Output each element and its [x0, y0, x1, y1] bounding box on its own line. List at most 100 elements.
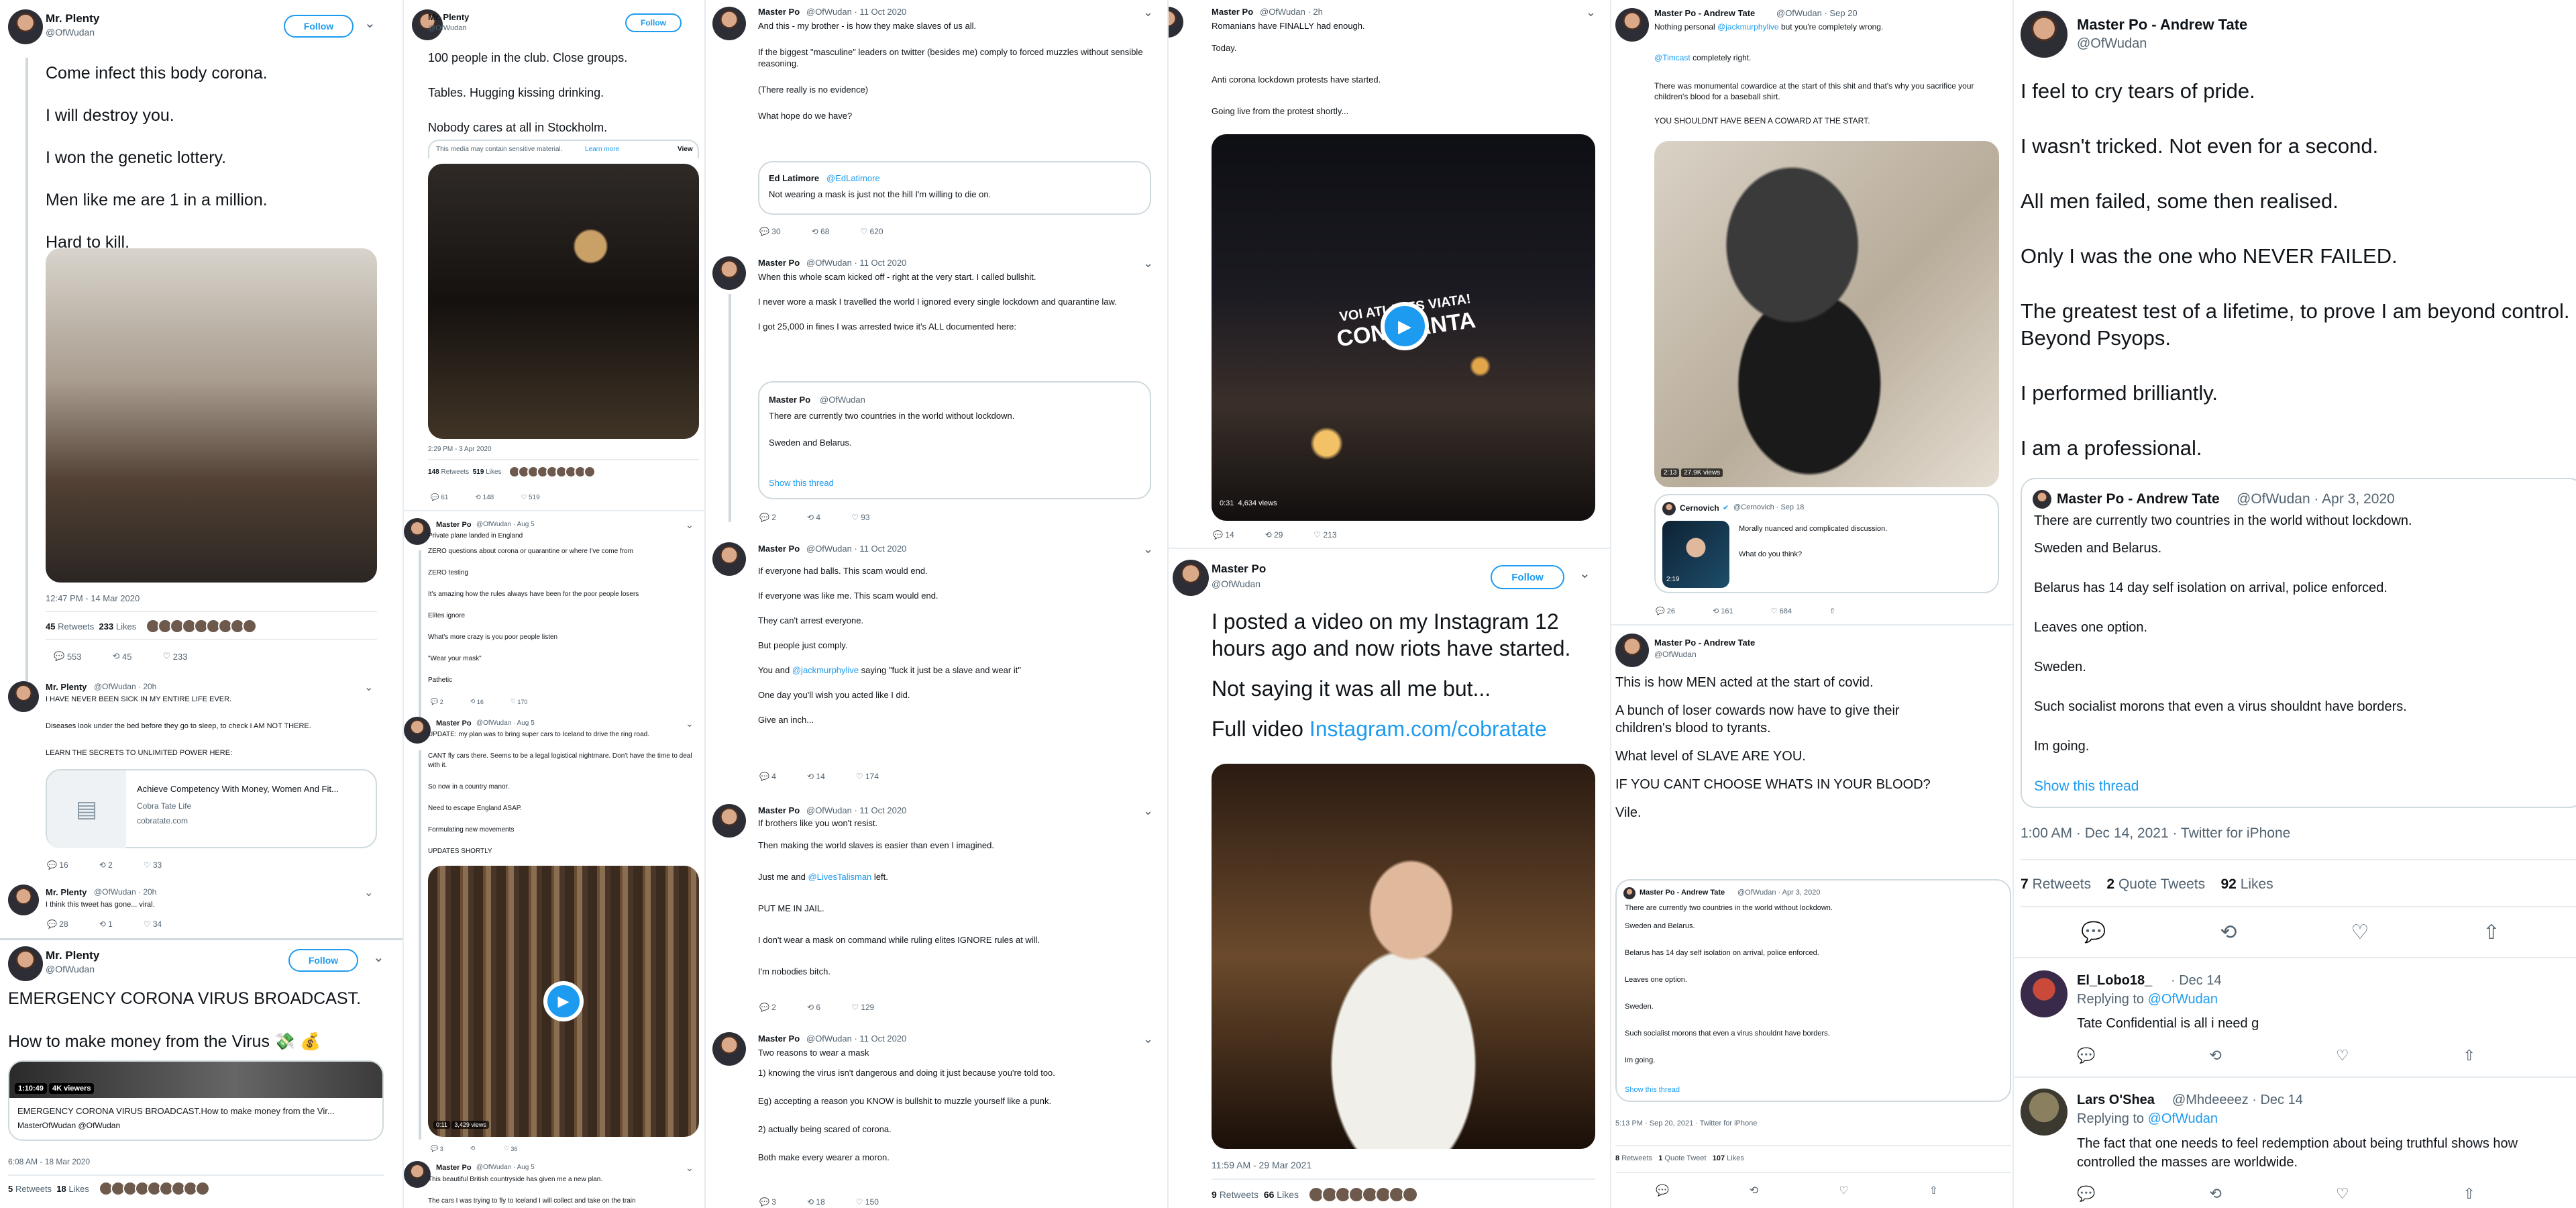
author-name[interactable]: Master Po	[758, 544, 800, 554]
retweet-button[interactable]: ⟲ 16	[470, 698, 484, 705]
chevron-down-icon[interactable]: ⌄	[364, 681, 373, 694]
retweet-button[interactable]: ⟲ 2	[99, 860, 113, 870]
like-button[interactable]: ♡ 150	[856, 1197, 879, 1207]
author-name[interactable]: Master Po	[1212, 7, 1253, 17]
author-handle[interactable]: @OfWudan · 20h	[94, 682, 156, 691]
liker-avatars[interactable]	[508, 466, 596, 478]
retweet-button[interactable]: ⟲ 4	[807, 513, 820, 522]
author-handle[interactable]: @OfWudan	[428, 24, 466, 32]
like-button[interactable]: ♡ 620	[860, 227, 883, 236]
liker-avatars[interactable]	[98, 1181, 210, 1196]
author-name[interactable]: Master Po	[436, 521, 472, 529]
like-button[interactable]: ♡ 174	[856, 772, 879, 781]
avatar[interactable]	[404, 717, 431, 744]
like-button[interactable]: ♡ 36	[504, 1145, 518, 1152]
reply-button[interactable]: 💬 553	[54, 651, 82, 662]
follow-button[interactable]: Follow	[284, 15, 354, 38]
author-name[interactable]: Master Po	[758, 258, 800, 268]
tweet-video[interactable]: 2:13 27.9K views	[1654, 141, 1999, 487]
like-button[interactable]: ♡ 233	[163, 651, 188, 662]
reply-button[interactable]: 💬 2	[759, 513, 776, 522]
like-button[interactable]: ♡ 170	[511, 698, 528, 705]
like-button[interactable]: ♡ 519	[521, 494, 539, 501]
like-button[interactable]: ♡	[2351, 921, 2369, 944]
like-button[interactable]: ♡	[2336, 1047, 2349, 1064]
retweet-button[interactable]: ⟲	[2209, 1047, 2221, 1064]
tweet-photo[interactable]	[46, 248, 377, 583]
retweet-button[interactable]: ⟲ 18	[807, 1197, 825, 1207]
author-name[interactable]: Mr. Plenty	[46, 949, 99, 962]
author-handle[interactable]: @OfWudan	[2077, 36, 2147, 52]
share-button[interactable]: ⇧	[2463, 1047, 2475, 1064]
reply-button[interactable]: 💬 3	[759, 1197, 776, 1207]
author-handle[interactable]: @OfWudan	[1212, 578, 1260, 589]
share-button[interactable]: ⇧	[2463, 1185, 2475, 1203]
reply-button[interactable]: 💬	[2077, 1047, 2095, 1064]
author-handle[interactable]: @OfWudan · Aug 5	[476, 719, 535, 727]
like-button[interactable]: ♡ 684	[1771, 607, 1792, 616]
retweet-button[interactable]: ⟲ 1	[99, 919, 113, 929]
timestamp[interactable]: 12:47 PM - 14 Mar 2020	[46, 593, 140, 603]
view-button[interactable]: View	[678, 146, 693, 153]
chevron-down-icon[interactable]: ⌄	[1579, 565, 1591, 582]
like-button[interactable]: ♡ 34	[144, 919, 162, 929]
chevron-down-icon[interactable]: ⌄	[1143, 804, 1153, 818]
reply-button[interactable]: 💬 2	[759, 1003, 776, 1012]
tweet-video[interactable]: VOI ATI ALES VIATA! CONSTANTA ▶ 0:31 4,6…	[1212, 134, 1595, 521]
mention-link[interactable]: @Timcast	[1654, 53, 1690, 62]
chevron-down-icon[interactable]: ⌄	[364, 886, 373, 899]
chevron-down-icon[interactable]: ⌄	[373, 949, 384, 966]
retweet-button[interactable]: ⟲ 148	[475, 494, 494, 501]
author-handle[interactable]: @OfWudan	[1654, 650, 1697, 659]
retweet-button[interactable]: ⟲ 68	[812, 227, 830, 236]
play-button[interactable]: ▶	[543, 981, 584, 1021]
author-handle[interactable]: @OfWudan	[46, 964, 95, 974]
chevron-down-icon[interactable]: ⌄	[686, 1162, 694, 1174]
avatar[interactable]	[8, 681, 39, 712]
author-handle[interactable]: @OfWudan · Aug 5	[476, 521, 535, 528]
share-button[interactable]: ⇧	[1829, 607, 1835, 615]
retweet-button[interactable]: ⟲ 161	[1713, 607, 1733, 616]
mention-link[interactable]: @jackmurphylive	[792, 665, 859, 675]
mention-link[interactable]: @OfWudan	[2148, 992, 2218, 1007]
author-name[interactable]: Master Po	[1212, 562, 1266, 576]
mention-link[interactable]: @LivesTalisman	[808, 872, 871, 882]
author-name[interactable]: Master Po	[436, 1164, 472, 1172]
retweet-button[interactable]: ⟲	[1750, 1184, 1758, 1197]
author-handle[interactable]: @OfWudan · 11 Oct 2020	[806, 544, 906, 554]
chevron-down-icon[interactable]: ⌄	[1586, 5, 1596, 19]
author-handle[interactable]: @OfWudan · 2h	[1260, 7, 1323, 17]
reply-button[interactable]: 💬 26	[1656, 607, 1675, 616]
quoted-tweet[interactable]: Cernovich ✔ @Cernovich · Sep 18 2:19 Mor…	[1654, 494, 1999, 593]
retweet-button[interactable]: ⟲ 6	[807, 1003, 820, 1012]
timestamp[interactable]: 2:29 PM - 3 Apr 2020	[428, 446, 492, 453]
reply-author[interactable]: Lars O'Shea	[2077, 1093, 2155, 1108]
avatar[interactable]	[1173, 560, 1209, 596]
avatar[interactable]	[1169, 7, 1183, 38]
liker-avatars[interactable]	[1307, 1187, 1418, 1203]
retweet-button[interactable]: ⟲ 29	[1265, 530, 1283, 540]
avatar[interactable]	[712, 1032, 746, 1066]
follow-button[interactable]: Follow	[1491, 565, 1564, 589]
author-name[interactable]: Master Po	[758, 1034, 800, 1044]
share-button[interactable]: ⇧	[2483, 921, 2500, 944]
author-name[interactable]: Master Po - Andrew Tate	[2077, 16, 2247, 34]
author-name[interactable]: Master Po - Andrew Tate	[1654, 8, 1755, 18]
retweet-button[interactable]: ⟲ 45	[113, 651, 132, 662]
play-button[interactable]: ▶	[1381, 302, 1429, 350]
avatar[interactable]	[404, 518, 431, 545]
show-thread-link[interactable]: Show this thread	[2034, 778, 2139, 795]
author-handle[interactable]: @OfWudan · Aug 5	[476, 1164, 535, 1171]
avatar[interactable]	[2021, 1089, 2068, 1136]
chevron-down-icon[interactable]: ⌄	[1143, 1032, 1153, 1046]
author-name[interactable]: Master Po	[758, 805, 800, 815]
chevron-down-icon[interactable]: ⌄	[1143, 256, 1153, 270]
avatar[interactable]	[2021, 11, 2068, 58]
retweet-button[interactable]: ⟲	[2220, 921, 2237, 944]
tweet-photo[interactable]	[428, 164, 699, 439]
tweet-video[interactable]	[1212, 764, 1595, 1149]
like-button[interactable]: ♡ 213	[1313, 530, 1336, 540]
chevron-down-icon[interactable]: ⌄	[1143, 542, 1153, 556]
avatar[interactable]	[712, 7, 746, 40]
chevron-down-icon[interactable]: ⌄	[364, 15, 376, 32]
